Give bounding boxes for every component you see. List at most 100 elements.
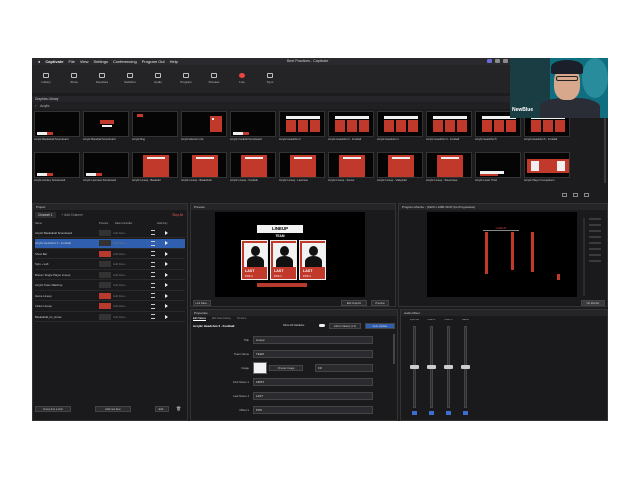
- project-row-data-controller[interactable]: Add Data...: [113, 304, 149, 308]
- library-path[interactable]: Acrylic: [40, 104, 49, 108]
- library-scrollbar[interactable]: [604, 113, 606, 183]
- grid-view-icon[interactable]: [562, 193, 567, 197]
- audio-mute-button[interactable]: [429, 411, 434, 415]
- toolbar-show-button[interactable]: Show: [65, 73, 83, 84]
- menu-file[interactable]: File: [68, 59, 74, 64]
- menu-program-out[interactable]: Program Out: [142, 59, 165, 64]
- edit-graphic-button[interactable]: Edit Graphic: [341, 300, 367, 306]
- column-hold-key[interactable]: Hold Key: [157, 222, 168, 225]
- property-input[interactable]: POS: [253, 406, 373, 414]
- play-icon[interactable]: [165, 230, 168, 235]
- library-item[interactable]: Acrylic Lineup - Soccer: [328, 152, 375, 191]
- tray-icon[interactable]: [487, 59, 492, 63]
- no-monitor-select[interactable]: No Monitor: [581, 300, 605, 306]
- group-button[interactable]: Group into a shot: [35, 406, 71, 412]
- project-row-data-controller[interactable]: Add Data...: [113, 231, 149, 235]
- project-row[interactable]: Bottom Single Player Lineup Add Data...: [35, 270, 185, 280]
- add-item-button[interactable]: Add new item: [95, 406, 131, 412]
- menu-conferencing[interactable]: Conferencing: [113, 59, 137, 64]
- menu-settings[interactable]: Settings: [94, 59, 108, 64]
- audio-mute-button[interactable]: [446, 411, 451, 415]
- menu-icon[interactable]: [151, 272, 155, 277]
- project-row-data-controller[interactable]: Add Data...: [113, 262, 149, 266]
- toolbar-library-button[interactable]: Library: [37, 73, 55, 84]
- channel-tab[interactable]: Channel 1: [35, 212, 56, 218]
- audio-fader-knob[interactable]: [444, 365, 453, 369]
- menu-icon[interactable]: [151, 303, 155, 309]
- menu-icon[interactable]: [151, 261, 155, 267]
- project-row-data-controller[interactable]: Add Data...: [113, 294, 149, 298]
- choose-image-button[interactable]: Choose Image: [269, 365, 303, 371]
- library-item[interactable]: Acrylic Lineup - Volleyball: [377, 152, 424, 191]
- menu-icon[interactable]: [151, 314, 155, 319]
- image-fit-select[interactable]: Fill: [315, 364, 373, 372]
- settings-icon[interactable]: [584, 193, 589, 197]
- list-view-icon[interactable]: [573, 193, 578, 197]
- add-to-values-button[interactable]: Add to Values (1.0): [329, 323, 361, 329]
- library-item[interactable]: Acrylic Lineup - Basketball: [181, 152, 228, 191]
- tab-edit-values[interactable]: Edit Values: [193, 317, 206, 321]
- library-item[interactable]: Acrylic Election Info: [181, 111, 228, 150]
- toolbar-live-button[interactable]: Live: [233, 73, 251, 84]
- add-channel-button[interactable]: + Add Channel: [62, 213, 83, 217]
- play-icon[interactable]: [165, 314, 168, 319]
- auto-update-select[interactable]: Auto Update: [365, 323, 395, 329]
- project-row-data-controller[interactable]: Add Data...: [113, 283, 149, 287]
- library-item[interactable]: Acrylic Football Scoreboard: [230, 111, 277, 150]
- project-row-data-controller[interactable]: Add Data...: [113, 315, 149, 319]
- library-item[interactable]: Acrylic Hockey Scoreboard: [34, 152, 81, 191]
- show-all-toggle[interactable]: Show All Variables: [283, 324, 304, 327]
- project-row-data-controller[interactable]: Add Data...: [113, 241, 149, 245]
- library-item[interactable]: Acrylic Lacrosse Scoreboard: [83, 152, 130, 191]
- library-item[interactable]: Acrylic Headshot 4 - Football: [426, 111, 473, 150]
- trash-icon[interactable]: 🗑: [176, 406, 181, 411]
- audio-fader-knob[interactable]: [461, 365, 470, 369]
- project-row[interactable]: Acrylic Team Matchup Add Data...: [35, 281, 185, 291]
- edit-button[interactable]: Edit...: [155, 406, 169, 412]
- library-item[interactable]: Acrylic Lower Third: [475, 152, 522, 191]
- tray-icon[interactable]: [495, 59, 500, 63]
- audio-fader-knob[interactable]: [410, 365, 419, 369]
- library-item[interactable]: Acrylic Baseball Scoreboard: [83, 111, 130, 150]
- menu-icon[interactable]: [151, 293, 155, 298]
- library-item[interactable]: Acrylic Lineup - Baseball: [132, 152, 179, 191]
- library-item[interactable]: Acrylic Headshot 4: [377, 111, 424, 150]
- project-row[interactable]: Show Bar Add Data...: [35, 249, 185, 259]
- play-icon[interactable]: [165, 241, 168, 245]
- library-item[interactable]: Acrylic Player Comparison: [524, 152, 571, 191]
- project-row-data-controller[interactable]: Add Data...: [113, 273, 149, 277]
- menu-icon[interactable]: [151, 251, 155, 256]
- tray-icon[interactable]: [503, 59, 508, 63]
- library-item[interactable]: Acrylic Lineup - WLacrosse: [426, 152, 473, 191]
- play-icon[interactable]: [165, 293, 168, 298]
- stop-all-button[interactable]: Stop All: [172, 213, 183, 217]
- tab-timeline[interactable]: Timeline: [237, 317, 247, 321]
- toolbar-program-button[interactable]: Program: [177, 73, 195, 84]
- property-input[interactable]: LAST: [253, 392, 373, 400]
- menu-view[interactable]: View: [80, 59, 89, 64]
- project-row-data-controller[interactable]: Add Data...: [113, 252, 149, 256]
- menu-app[interactable]: Captivate: [45, 59, 63, 64]
- column-data-controller[interactable]: Data Controller: [115, 222, 155, 225]
- toolbar-switcher-button[interactable]: Switcher: [121, 73, 139, 84]
- library-item[interactable]: Acrylic Lineup - Football: [230, 152, 277, 191]
- menu-icon[interactable]: [151, 282, 155, 288]
- property-input[interactable]: FIRST: [253, 378, 373, 386]
- link-data-button[interactable]: Link Data...: [193, 300, 211, 306]
- toolbar-preview-button[interactable]: Preview: [205, 73, 223, 84]
- project-row[interactable]: Home Lineup Add Data...: [35, 291, 185, 301]
- project-row[interactable]: Acrylic Headshot 3 - Football Add Data...: [35, 238, 185, 249]
- toggle-switch[interactable]: [319, 324, 325, 327]
- back-icon[interactable]: ‹: [35, 104, 36, 108]
- toolbar-audio-button[interactable]: Audio: [149, 73, 167, 84]
- play-icon[interactable]: [165, 272, 168, 277]
- menu-icon[interactable]: [151, 240, 155, 246]
- audio-fader-knob[interactable]: [427, 365, 436, 369]
- project-row[interactable]: Spin + Left Add Data...: [35, 260, 185, 270]
- toolbar-favorites-button[interactable]: Favorites: [93, 73, 111, 84]
- properties-scrollbar[interactable]: [393, 334, 395, 364]
- play-icon[interactable]: [165, 251, 168, 256]
- play-icon[interactable]: [165, 262, 168, 266]
- library-item[interactable]: Acrylic Lineup - Lacrosse: [279, 152, 326, 191]
- audio-mute-button[interactable]: [412, 411, 417, 415]
